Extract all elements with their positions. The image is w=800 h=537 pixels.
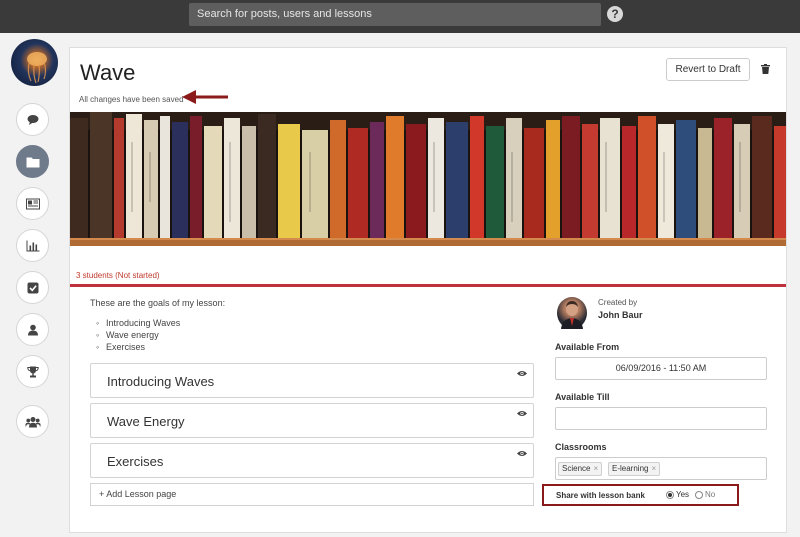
sidebar-item-achievements[interactable]: [16, 355, 49, 388]
users-icon: [25, 416, 40, 427]
help-icon[interactable]: ?: [607, 6, 623, 22]
sidebar-item-profile[interactable]: [16, 313, 49, 346]
share-no-label[interactable]: No: [705, 490, 715, 499]
share-no-radio[interactable]: [695, 491, 703, 499]
lesson-page-title: Introducing Waves: [107, 374, 215, 389]
checkbox-icon: [27, 282, 38, 293]
sidebar-item-comments[interactable]: [16, 103, 49, 136]
eye-icon[interactable]: [517, 410, 527, 417]
classroom-tag: E-learning ×: [608, 462, 661, 476]
remove-tag-icon[interactable]: ×: [593, 464, 598, 473]
available-till-field[interactable]: [555, 407, 767, 430]
sidebar-item-groups[interactable]: [16, 405, 49, 438]
share-yes-label[interactable]: Yes: [676, 490, 689, 499]
trash-icon[interactable]: [761, 64, 770, 74]
lesson-page-item[interactable]: Introducing Waves: [90, 363, 534, 398]
classrooms-label: Classrooms: [555, 442, 607, 452]
arrow-annotation-icon: [182, 90, 228, 104]
sidebar-item-news[interactable]: [16, 187, 49, 220]
remove-tag-icon[interactable]: ×: [651, 464, 656, 473]
lesson-card: Wave All changes have been saved Revert …: [69, 47, 787, 533]
available-till-label: Available Till: [555, 392, 610, 402]
search-input[interactable]: Search for posts, users and lessons: [189, 3, 601, 26]
folder-icon: [26, 157, 39, 167]
share-yes-radio[interactable]: [666, 491, 674, 499]
goal-item: Wave energy: [96, 330, 159, 340]
classroom-tag: Science ×: [558, 462, 603, 476]
available-from-label: Available From: [555, 342, 620, 352]
goal-item: Introducing Waves: [96, 318, 180, 328]
sidebar-item-tasks[interactable]: [16, 271, 49, 304]
revert-to-draft-button[interactable]: Revert to Draft: [666, 58, 750, 81]
avatar[interactable]: [11, 39, 58, 86]
classroom-tag-label: E-learning: [612, 464, 649, 473]
share-with-lesson-bank: Share with lesson bank Yes No: [542, 484, 739, 506]
lesson-page-title: Exercises: [107, 454, 164, 469]
sidebar-item-lessons[interactable]: [16, 145, 49, 178]
sidebar-item-reports[interactable]: [16, 229, 49, 262]
bar-chart-icon: [26, 240, 39, 251]
goal-item: Exercises: [96, 342, 145, 352]
classroom-tag-label: Science: [562, 464, 591, 473]
top-bar: Search for posts, users and lessons ?: [0, 0, 800, 33]
eye-icon[interactable]: [517, 370, 527, 377]
share-label: Share with lesson bank: [556, 491, 645, 500]
lesson-goals-intro: These are the goals of my lesson:: [90, 298, 226, 308]
created-by-label: Created by: [598, 298, 638, 307]
save-status: All changes have been saved: [79, 95, 184, 104]
available-from-field[interactable]: 06/09/2016 - 11:50 AM: [555, 357, 767, 380]
add-lesson-page-button[interactable]: + Add Lesson page: [90, 483, 534, 506]
lesson-page-title: Wave Energy: [107, 414, 185, 429]
creator-name[interactable]: John Baur: [598, 310, 643, 320]
trophy-icon: [26, 366, 39, 377]
students-status[interactable]: 3 students (Not started): [76, 271, 160, 280]
user-icon: [27, 324, 38, 335]
eye-icon[interactable]: [517, 450, 527, 457]
newspaper-icon: [25, 198, 40, 209]
comment-icon: [27, 114, 38, 125]
page-title: Wave: [80, 60, 136, 85]
lesson-page-item[interactable]: Wave Energy: [90, 403, 534, 438]
status-divider: [70, 284, 786, 287]
creator-avatar: [557, 297, 587, 329]
classrooms-field[interactable]: Science × E-learning ×: [555, 457, 767, 480]
lesson-cover-image: [70, 112, 786, 246]
lesson-page-item[interactable]: Exercises: [90, 443, 534, 478]
